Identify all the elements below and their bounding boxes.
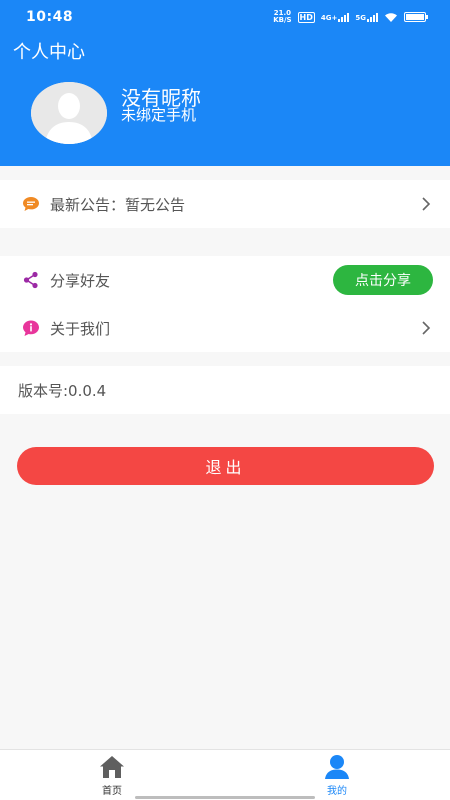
share-label: 分享好友: [50, 271, 111, 290]
wifi-icon: [385, 12, 397, 22]
share-row: 分享好友 点击分享: [0, 256, 450, 304]
signal-5g-icon: 5G: [355, 12, 378, 22]
nav-home-label: 首页: [102, 786, 122, 797]
nav-item-home[interactable]: 首页: [72, 754, 152, 797]
about-label: 关于我们: [50, 319, 111, 338]
battery-icon: [404, 12, 428, 22]
status-bar: 10:48 21.0 KB/S HD 4G+ 5G: [0, 0, 450, 34]
home-indicator: [135, 796, 315, 799]
version-label: 版本号:0.0.4: [18, 381, 107, 400]
notice-row[interactable]: 最新公告：暂无公告: [0, 180, 450, 228]
nav-item-mine[interactable]: 我的: [297, 754, 377, 797]
default-avatar-icon: [31, 82, 107, 144]
chevron-right-icon: [422, 321, 431, 335]
chevron-right-icon: [422, 197, 431, 211]
home-icon: [100, 756, 124, 778]
avatar[interactable]: [31, 82, 107, 144]
logout-button[interactable]: 退出: [17, 447, 434, 485]
profile-header: 10:48 21.0 KB/S HD 4G+ 5G 个人中心 没有昵称 未绑定手…: [0, 0, 450, 166]
share-icon: [23, 271, 38, 289]
network-speed: 21.0 KB/S: [273, 9, 292, 24]
status-icons: 21.0 KB/S HD 4G+ 5G: [273, 9, 428, 24]
hd-icon: HD: [297, 11, 315, 23]
about-row[interactable]: 关于我们: [0, 304, 450, 352]
chat-bubble-icon: [23, 197, 39, 211]
info-icon: [23, 320, 39, 336]
menu-card: 分享好友 点击分享 关于我们: [0, 256, 450, 352]
share-button[interactable]: 点击分享: [333, 265, 433, 295]
page-title: 个人中心: [13, 42, 85, 63]
version-card: 版本号:0.0.4: [0, 366, 450, 414]
user-icon: [325, 755, 349, 779]
status-time: 10:48: [26, 9, 74, 25]
bottom-nav: 首页 我的: [0, 749, 450, 800]
signal-4g-icon: 4G+: [321, 12, 350, 22]
notice-card: 最新公告：暂无公告: [0, 180, 450, 228]
version-row: 版本号:0.0.4: [0, 366, 450, 414]
notice-label: 最新公告：暂无公告: [50, 195, 186, 214]
phone-binding-status: 未绑定手机: [121, 106, 197, 124]
nav-mine-label: 我的: [327, 786, 347, 797]
